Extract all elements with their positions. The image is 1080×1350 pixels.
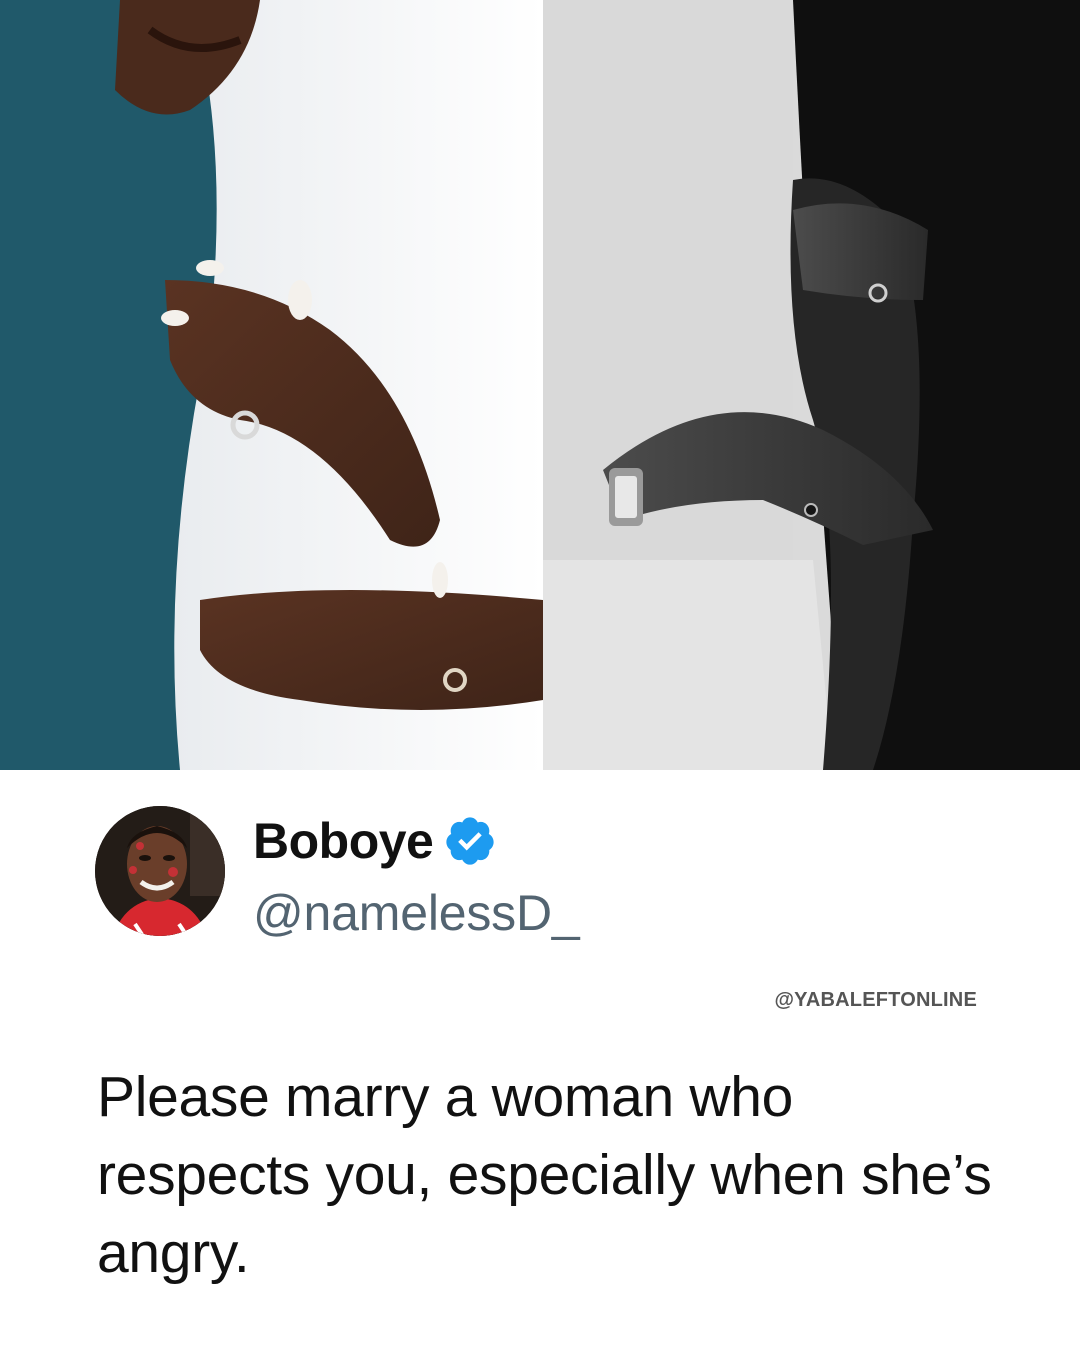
photo-couple-monochrome xyxy=(543,0,1080,770)
social-post: Boboye @namelessD_ @YABALEFTONLINE Pleas… xyxy=(0,0,1080,1350)
hero-image xyxy=(0,0,1080,770)
tweet-author: Boboye @namelessD_ xyxy=(95,806,980,946)
watermark-text: @YABALEFTONLINE xyxy=(774,989,977,1011)
display-name-row: Boboye xyxy=(253,810,497,872)
tweet-text: Please marry a woman who respects you, e… xyxy=(97,1065,992,1285)
verified-badge-icon xyxy=(446,817,494,865)
photo-couple-color xyxy=(0,0,543,770)
user-handle[interactable]: @namelessD_ xyxy=(253,884,580,942)
avatar[interactable] xyxy=(95,806,225,936)
display-name[interactable]: Boboye xyxy=(253,812,434,870)
